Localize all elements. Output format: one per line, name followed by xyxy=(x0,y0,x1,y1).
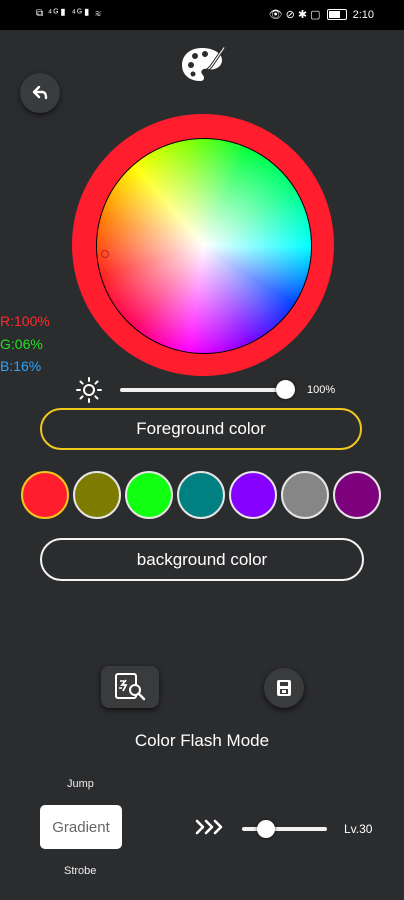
red-value: R:100% xyxy=(0,313,50,329)
status-time: 2:10 xyxy=(352,8,374,21)
status-left-icons: ⧉ ⁴ᴳ▮ ⁴ᴳ▮ ≋ xyxy=(36,8,102,19)
jump-option[interactable]: Jump xyxy=(67,778,94,790)
color-swatch[interactable] xyxy=(177,471,225,519)
flash-mode-icon xyxy=(115,673,146,701)
color-swatch[interactable] xyxy=(73,471,121,519)
chevrons-right-icon xyxy=(195,819,223,835)
color-wheel[interactable] xyxy=(96,138,312,354)
brightness-slider-thumb[interactable] xyxy=(276,380,295,399)
palette-icon xyxy=(182,45,226,81)
background-color-button[interactable]: background color xyxy=(40,538,364,581)
status-right: 👁 ⊘ ✱ ▢ 2:10 xyxy=(268,8,374,22)
brightness-value: 100% xyxy=(307,384,336,396)
gradient-button[interactable]: Gradient xyxy=(40,805,122,849)
back-button[interactable] xyxy=(20,73,60,113)
speed-slider-thumb[interactable] xyxy=(257,820,275,838)
sun-icon xyxy=(76,377,102,403)
color-swatch[interactable] xyxy=(229,471,277,519)
color-swatch[interactable] xyxy=(125,471,173,519)
battery-icon xyxy=(326,9,347,20)
back-arrow-icon xyxy=(32,85,48,100)
foreground-color-button[interactable]: Foreground color xyxy=(40,408,362,450)
color-picker-marker[interactable] xyxy=(101,250,109,258)
color-swatch[interactable] xyxy=(21,471,69,519)
strobe-option[interactable]: Strobe xyxy=(64,865,96,877)
blue-value: B:16% xyxy=(0,358,42,374)
speed-slider[interactable] xyxy=(242,827,327,831)
speed-level: Lv.30 xyxy=(344,822,373,836)
save-icon xyxy=(277,680,291,696)
color-swatch[interactable] xyxy=(281,471,329,519)
status-icons: 👁 ⊘ ✱ ▢ xyxy=(268,9,321,21)
color-swatch[interactable] xyxy=(333,471,381,519)
mode-title: Color Flash Mode xyxy=(134,731,270,750)
brightness-slider[interactable] xyxy=(120,388,290,392)
green-value: G:06% xyxy=(0,336,43,352)
flash-mode-button[interactable] xyxy=(101,666,159,708)
save-button[interactable] xyxy=(264,668,304,708)
status-bar: ⧉ ⁴ᴳ▮ ⁴ᴳ▮ ≋ 👁 ⊘ ✱ ▢ 2:10 xyxy=(0,0,404,30)
